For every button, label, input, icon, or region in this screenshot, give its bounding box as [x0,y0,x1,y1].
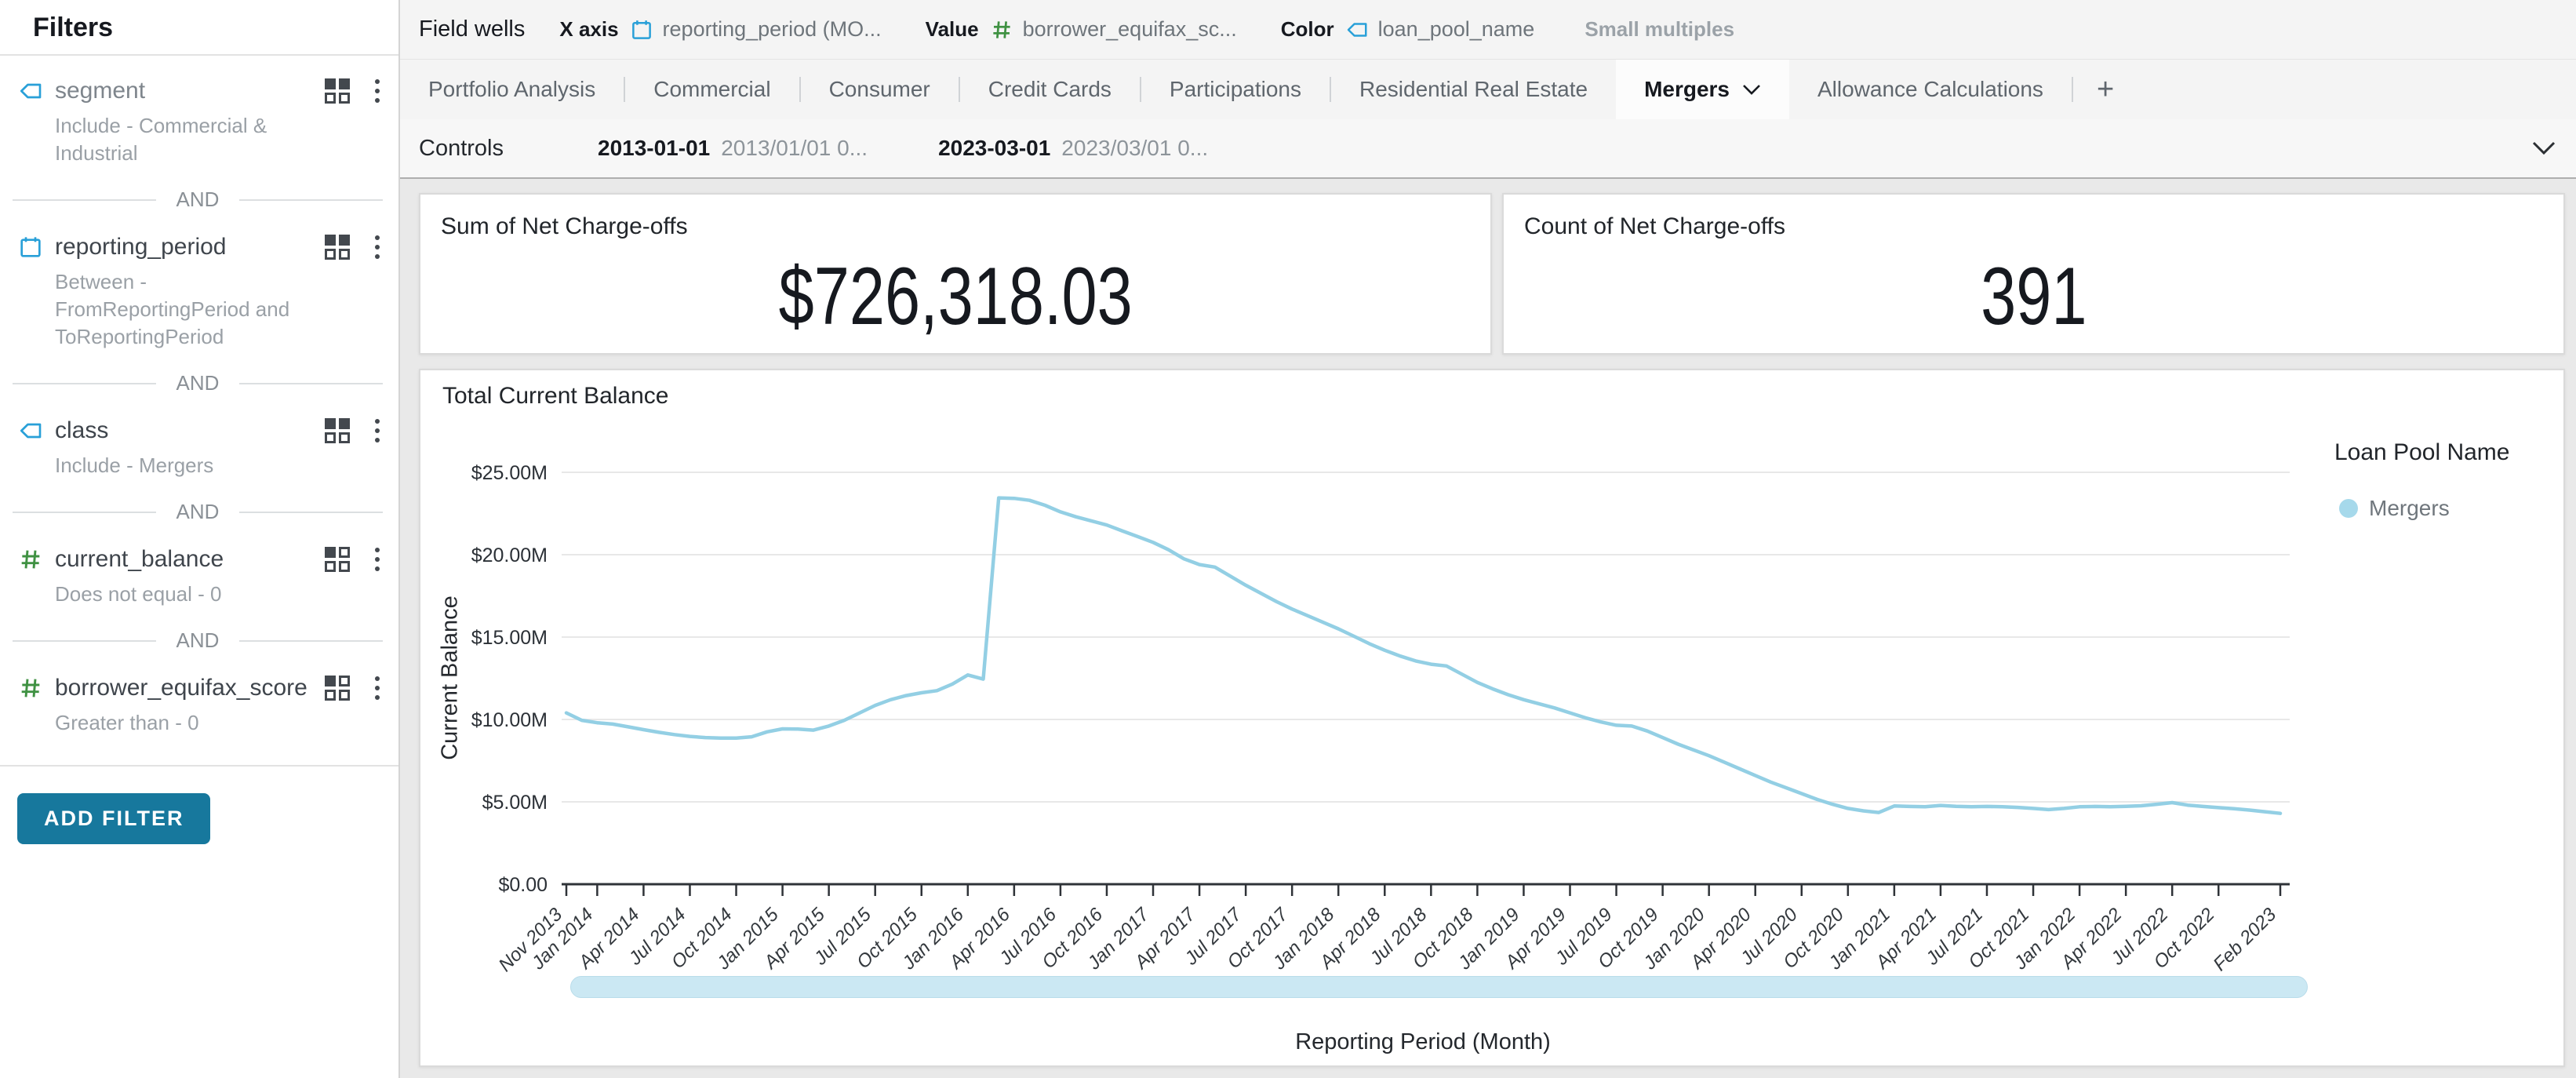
filter-name: borrower_equifax_score [55,675,318,701]
filter-name: segment [55,78,318,104]
filter-condition: Between - FromReportingPeriod and ToRepo… [55,268,326,351]
sheet-tab-bar: Portfolio Analysis Commercial Consumer Cred… [400,60,2576,119]
chevron-down-icon[interactable] [1742,84,1761,95]
pin-to-sheet-icon[interactable] [325,235,350,260]
add-filter-button[interactable]: ADD FILTER [17,793,210,844]
kpi-title: Sum of Net Charge-offs [420,195,1490,240]
legend-item-mergers[interactable]: Mergers [2339,496,2450,521]
tab-label: Credit Cards [988,77,1112,102]
tab-label: Portfolio Analysis [428,77,595,102]
field-well-color[interactable]: Color loan_pool_name [1281,17,1535,42]
field-well-value[interactable]: Value borrower_equifax_sc... [926,17,1237,42]
tab-credit-cards[interactable]: Credit Cards [960,60,1140,119]
series-line-mergers[interactable] [566,498,2280,814]
hash-icon [18,547,43,572]
hash-icon [18,676,43,701]
filter-item-reporting_period[interactable]: reporting_period Between - FromReporting… [0,212,398,355]
kpi-title: Count of Net Charge-offs [1504,195,2563,240]
dashboard-canvas: Sum of Net Charge-offs $726,318.03 Count… [400,179,2576,1078]
filter-item-segment[interactable]: segment Include - Commercial & Industria… [0,56,398,172]
tab-participations[interactable]: Participations [1141,60,1330,119]
x-axis-range-scrollbar[interactable] [570,976,2308,998]
y-axis-tick-label: $25.00M [471,462,548,484]
tab-label: Residential Real Estate [1359,77,1588,102]
and-separator: AND [0,172,398,212]
field-wells-bar: Field wells X axis reporting_period (MO.… [400,0,2576,60]
field-well-x-axis[interactable]: X axis reporting_period (MO... [559,17,881,42]
y-axis-tick-label: $15.00M [471,627,548,649]
tab-commercial[interactable]: Commercial [625,60,799,119]
dimension-icon [1345,18,1369,42]
y-axis-tick-label: $0.00 [498,874,548,896]
x-axis-title: Reporting Period (Month) [1295,1029,1551,1055]
filter-menu-icon[interactable] [370,546,384,573]
and-separator: AND [0,613,398,653]
pin-to-sheet-icon[interactable] [325,78,350,104]
and-separator: AND [0,355,398,395]
filter-name: reporting_period [55,234,318,260]
filter-name: current_balance [55,546,318,573]
date-control-from[interactable]: 2013-01-01 2013/01/01 0... [598,136,868,161]
legend-title: Loan Pool Name [2334,439,2509,466]
filter-condition: Does not equal - 0 [55,581,326,608]
tab-label: Participations [1170,77,1301,102]
filters-panel-title: Filters [0,0,398,54]
tab-label: Allowance Calculations [1817,77,2043,102]
pin-to-sheet-icon[interactable] [325,418,350,443]
tab-label: Commercial [653,77,770,102]
kpi-value: 391 [1981,250,2087,344]
filter-menu-icon[interactable] [370,417,384,444]
quicksight-dashboard: Filters segment Include - Commercial & I… [0,0,2576,1078]
filter-item-current_balance[interactable]: current_balance Does not equal - 0 [0,524,398,613]
controls-label: Controls [419,136,504,162]
legend-label: Mergers [2369,496,2450,521]
tab-residential-real-estate[interactable]: Residential Real Estate [1331,60,1616,119]
calendar-icon [18,235,43,260]
y-axis-tick-label: $20.00M [471,544,548,566]
y-axis-tick-label: $5.00M [482,792,548,814]
field-wells-title: Field wells [419,16,525,42]
add-sheet-button[interactable]: + [2073,60,2138,119]
filter-item-borrower_equifax_score[interactable]: borrower_equifax_score Greater than - 0 [0,653,398,741]
tab-consumer[interactable]: Consumer [801,60,959,119]
kpi-card-sum-net-charge-offs[interactable]: Sum of Net Charge-offs $726,318.03 [419,193,1492,355]
tab-mergers[interactable]: Mergers [1616,60,1789,119]
pin-to-sheet-icon[interactable] [325,676,350,701]
tab-label: Mergers [1644,77,1730,102]
legend-color-dot [2339,499,2358,518]
kpi-value: $726,318.03 [778,250,1132,344]
filters-panel: Filters segment Include - Commercial & I… [0,0,400,1078]
tab-portfolio-analysis[interactable]: Portfolio Analysis [400,60,624,119]
tab-allowance-calculations[interactable]: Allowance Calculations [1789,60,2072,119]
pin-to-sheet-icon[interactable] [325,547,350,572]
hash-icon [990,18,1013,42]
line-chart-card: Total Current Balance Current Balance $2… [419,369,2565,1067]
line-chart-plot[interactable]: $25.00M$20.00M$15.00M$10.00M$5.00M$0.00N… [420,370,2567,1069]
kpi-card-count-net-charge-offs[interactable]: Count of Net Charge-offs 391 [1502,193,2565,355]
filter-menu-icon[interactable] [370,675,384,701]
field-well-small-multiples[interactable]: Small multiples [1585,17,1734,42]
dimension-icon [18,78,43,104]
dimension-icon [18,418,43,443]
filter-menu-icon[interactable] [370,234,384,260]
date-control-to[interactable]: 2023-03-01 2023/03/01 0... [938,136,1208,161]
filter-condition: Include - Mergers [55,452,326,479]
y-axis-tick-label: $10.00M [471,709,548,731]
x-axis-tick-label: Feb 2023 [2209,904,2280,975]
filter-name: class [55,417,318,444]
controls-bar: Controls 2013-01-01 2013/01/01 0... 2023… [400,119,2576,179]
collapse-controls-icon[interactable] [2532,141,2556,155]
filter-item-class[interactable]: class Include - Mergers [0,395,398,484]
filter-condition: Greater than - 0 [55,709,326,737]
filter-menu-icon[interactable] [370,78,384,104]
and-separator: AND [0,484,398,524]
calendar-icon [630,18,653,42]
tab-label: Consumer [829,77,930,102]
filter-condition: Include - Commercial & Industrial [55,112,326,167]
filter-list: segment Include - Commercial & Industria… [0,56,398,741]
